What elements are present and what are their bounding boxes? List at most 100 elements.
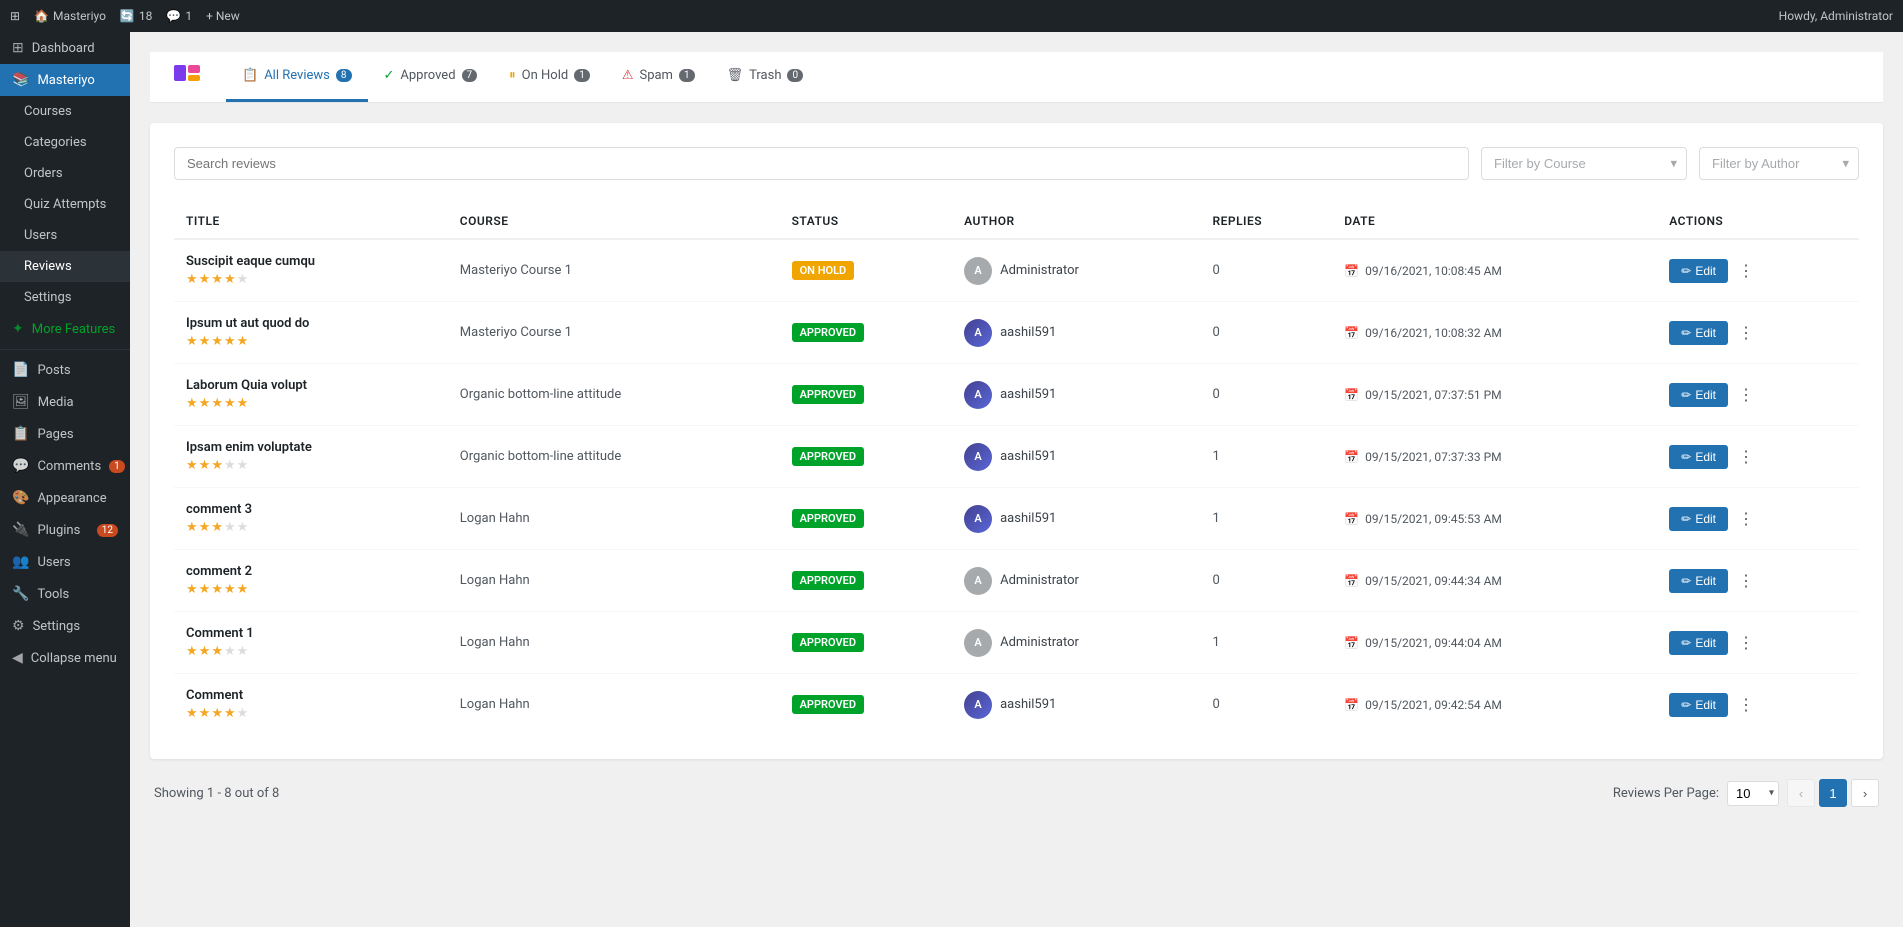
edit-button[interactable]: ✏ Edit xyxy=(1669,631,1728,655)
actions-cell: ✏ Edit ⋮ xyxy=(1669,319,1847,347)
all-reviews-badge: 8 xyxy=(336,69,352,82)
sidebar-item-orders[interactable]: Orders xyxy=(0,158,130,189)
col-status: STATUS xyxy=(780,204,953,239)
star-icon: ★ xyxy=(224,644,236,659)
course-filter[interactable]: Filter by Course Masteriyo Course 1 Orga… xyxy=(1481,147,1687,180)
table-header: TITLE COURSE STATUS AUTHOR REPLIES DATE … xyxy=(174,204,1859,239)
more-options-button[interactable]: ⋮ xyxy=(1734,505,1758,533)
sidebar-item-categories[interactable]: Categories xyxy=(0,127,130,158)
admin-bar-right: Howdy, Administrator xyxy=(1779,9,1893,23)
tab-approved[interactable]: ✓ Approved 7 xyxy=(368,52,494,102)
author-filter[interactable]: Filter by Author Administrator aashil591 xyxy=(1699,147,1859,180)
cell-title: Comment ★★★★★ xyxy=(174,674,448,736)
sidebar-item-plugins[interactable]: 🔌 Plugins 12 xyxy=(0,514,130,546)
sidebar-item-settings-sub[interactable]: Settings xyxy=(0,282,130,313)
sidebar-item-settings[interactable]: ⚙ Settings xyxy=(0,610,130,642)
actions-cell: ✏ Edit ⋮ xyxy=(1669,257,1847,285)
more-options-button[interactable]: ⋮ xyxy=(1734,567,1758,595)
reviews-tabs-header: 📋 All Reviews 8 ✓ Approved 7 ⏸ On Hold 1… xyxy=(150,52,1883,103)
edit-button[interactable]: ✏ Edit xyxy=(1669,693,1728,717)
date-value: 09/15/2021, 09:42:54 AM xyxy=(1365,698,1502,712)
wp-logo-icon[interactable]: ⊞ xyxy=(10,9,20,23)
cell-date: 📅 09/15/2021, 09:44:34 AM xyxy=(1332,550,1657,612)
plugins-icon: 🔌 xyxy=(12,522,29,538)
edit-button[interactable]: ✏ Edit xyxy=(1669,445,1728,469)
cell-replies: 0 xyxy=(1200,674,1332,736)
avatar: A xyxy=(964,629,992,657)
review-stars: ★★★★★ xyxy=(186,396,436,411)
sidebar-item-quiz-attempts[interactable]: Quiz Attempts xyxy=(0,189,130,220)
admin-bar-comments[interactable]: 💬 1 xyxy=(166,9,192,23)
comments-icon: 💬 xyxy=(166,9,181,23)
review-title: Suscipit eaque cumqu xyxy=(186,254,436,269)
edit-icon: ✏ xyxy=(1681,388,1691,402)
more-options-button[interactable]: ⋮ xyxy=(1734,691,1758,719)
more-options-button[interactable]: ⋮ xyxy=(1734,257,1758,285)
per-page-select[interactable]: 10 25 50 100 xyxy=(1727,781,1779,806)
more-options-button[interactable]: ⋮ xyxy=(1734,381,1758,409)
tab-on-hold[interactable]: ⏸ On Hold 1 xyxy=(493,52,606,102)
course-filter-wrapper: Filter by Course Masteriyo Course 1 Orga… xyxy=(1481,147,1687,180)
sidebar-item-users[interactable]: 👥 Users xyxy=(0,546,130,578)
cell-actions: ✏ Edit ⋮ xyxy=(1657,488,1859,550)
sidebar-item-media[interactable]: 🖼 Media xyxy=(0,386,130,418)
sidebar-item-posts[interactable]: 📄 Posts xyxy=(0,354,130,386)
sidebar-item-more-features[interactable]: ✦ More Features xyxy=(0,313,130,345)
calendar-icon: 📅 xyxy=(1344,326,1359,340)
next-page-button[interactable]: › xyxy=(1851,779,1879,807)
plugins-badge: 12 xyxy=(97,524,118,537)
star-icon: ★ xyxy=(211,458,223,473)
star-icon: ★ xyxy=(186,396,198,411)
admin-bar-updates[interactable]: 🔄 18 xyxy=(120,9,152,23)
sidebar-item-masteriyo[interactable]: 📚 Masteriyo xyxy=(0,64,130,96)
tab-spam[interactable]: ⚠ Spam 1 xyxy=(606,52,711,102)
sidebar-item-users-sub[interactable]: Users xyxy=(0,220,130,251)
edit-button[interactable]: ✏ Edit xyxy=(1669,259,1728,283)
date-cell: 📅 09/15/2021, 07:37:33 PM xyxy=(1344,450,1645,464)
author-name: aashil591 xyxy=(1000,449,1056,464)
admin-bar-new[interactable]: + New xyxy=(206,9,240,23)
sidebar-item-tools[interactable]: 🔧 Tools xyxy=(0,578,130,610)
pagination-right: Reviews Per Page: 10 25 50 100 ‹ 1 › xyxy=(1613,779,1879,807)
star-icon: ★ xyxy=(224,458,236,473)
prev-page-button[interactable]: ‹ xyxy=(1787,779,1815,807)
edit-icon: ✏ xyxy=(1681,326,1691,340)
more-options-button[interactable]: ⋮ xyxy=(1734,319,1758,347)
avatar: A xyxy=(964,505,992,533)
edit-button[interactable]: ✏ Edit xyxy=(1669,383,1728,407)
edit-button[interactable]: ✏ Edit xyxy=(1669,321,1728,345)
comments-nav-icon: 💬 xyxy=(12,458,29,474)
cell-course: Organic bottom-line attitude xyxy=(448,426,780,488)
sidebar-item-courses[interactable]: Courses xyxy=(0,96,130,127)
star-icon: ★ xyxy=(199,272,211,287)
sidebar-item-collapse[interactable]: ◀ Collapse menu xyxy=(0,642,130,674)
sidebar-item-reviews[interactable]: Reviews xyxy=(0,251,130,282)
cell-author: A Administrator xyxy=(952,612,1200,674)
star-icon: ★ xyxy=(199,706,211,721)
sidebar-item-comments[interactable]: 💬 Comments 1 xyxy=(0,450,130,482)
status-badge: APPROVED xyxy=(792,447,864,466)
author-cell: A aashil591 xyxy=(964,691,1188,719)
more-options-button[interactable]: ⋮ xyxy=(1734,629,1758,657)
edit-button[interactable]: ✏ Edit xyxy=(1669,569,1728,593)
search-input[interactable] xyxy=(174,147,1469,180)
edit-icon: ✏ xyxy=(1681,636,1691,650)
admin-bar-site[interactable]: 🏠 Masteriyo xyxy=(34,9,106,23)
sidebar-item-pages[interactable]: 📋 Pages xyxy=(0,418,130,450)
star-icon: ★ xyxy=(211,334,223,349)
updates-icon: 🔄 xyxy=(120,9,135,23)
sidebar-item-appearance[interactable]: 🎨 Appearance xyxy=(0,482,130,514)
more-options-button[interactable]: ⋮ xyxy=(1734,443,1758,471)
tab-all-reviews[interactable]: 📋 All Reviews 8 xyxy=(226,52,368,102)
star-icon: ★ xyxy=(224,706,236,721)
author-name: aashil591 xyxy=(1000,697,1056,712)
edit-button[interactable]: ✏ Edit xyxy=(1669,507,1728,531)
star-icon: ★ xyxy=(211,520,223,535)
author-name: Administrator xyxy=(1000,263,1079,278)
main-content: 📋 All Reviews 8 ✓ Approved 7 ⏸ On Hold 1… xyxy=(130,32,1903,927)
sidebar-item-dashboard[interactable]: ⊞ Dashboard xyxy=(0,32,130,64)
review-stars: ★★★★★ xyxy=(186,644,436,659)
tab-trash[interactable]: 🗑 Trash 0 xyxy=(711,52,820,102)
status-badge: APPROVED xyxy=(792,509,864,528)
page-1-button[interactable]: 1 xyxy=(1819,779,1847,807)
